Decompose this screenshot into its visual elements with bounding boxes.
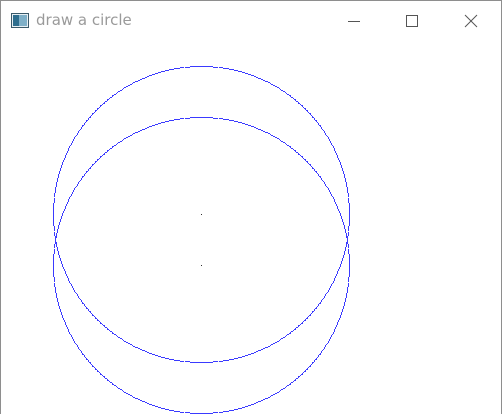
circle-2-center-dot (201, 265, 202, 266)
drawing-canvas (53, 66, 350, 414)
circle-1-center-dot (201, 214, 202, 215)
close-button[interactable] (441, 1, 499, 41)
minimize-icon (348, 21, 360, 22)
maximize-icon (406, 15, 418, 27)
app-window: draw a circle (0, 0, 502, 414)
close-icon (464, 14, 478, 28)
maximize-button[interactable] (383, 1, 441, 41)
window-title: draw a circle (36, 11, 132, 29)
app-window-icon[interactable] (11, 13, 29, 28)
minimize-button[interactable] (325, 1, 383, 41)
title-bar[interactable]: draw a circle (1, 1, 501, 41)
